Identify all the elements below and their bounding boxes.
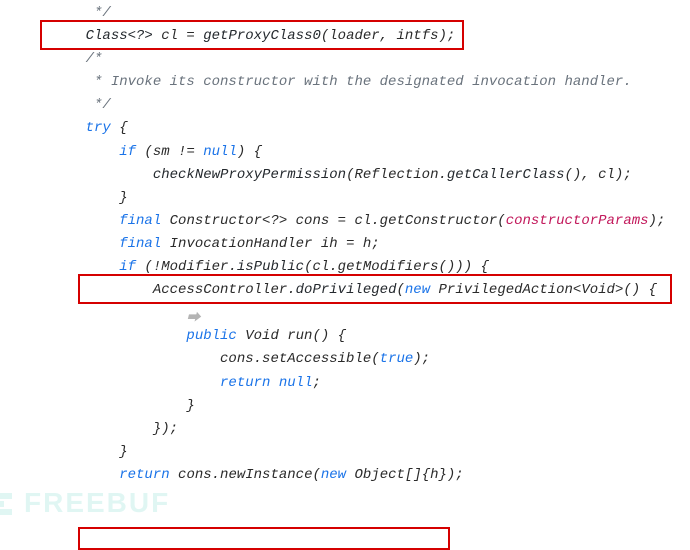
code-token: new (321, 467, 346, 483)
code-token: null (203, 144, 237, 160)
code-line: try { (0, 117, 690, 140)
code-line: if (!Modifier.isPublic(cl.getModifiers()… (0, 256, 690, 279)
highlight-box-return (78, 527, 450, 550)
code-token: ); (649, 213, 666, 229)
code-token: doPrivileged (296, 282, 397, 298)
code-token: */ (86, 97, 111, 113)
code-token: getCallerClass (447, 167, 565, 183)
code-token: { (111, 120, 128, 136)
code-token: ; (312, 375, 320, 391)
code-line: } (0, 187, 690, 210)
code-token: constructorParams (506, 213, 649, 229)
code-line: * Invoke its constructor with the design… (0, 71, 690, 94)
code-line: return null; (0, 372, 690, 395)
code-token: cons.newInstance( (170, 467, 321, 483)
code-line: Class<?> cl = getProxyClass0(loader, int… (0, 25, 690, 48)
code-token: null (279, 375, 313, 391)
code-line: public Void run() { (0, 325, 690, 348)
code-token: AccessController. (153, 282, 296, 298)
code-token: ); (413, 351, 430, 367)
code-token: Class<?> (86, 28, 153, 44)
code-token: public (186, 328, 236, 344)
code-line: /* (0, 48, 690, 71)
code-token: (sm != (136, 144, 203, 160)
code-token: (cl.getModifiers())) { (304, 259, 489, 275)
code-token: cons.setAccessible( (220, 351, 380, 367)
code-token (270, 375, 278, 391)
code-line: ⮕ (0, 302, 690, 325)
code-token: true (380, 351, 414, 367)
code-token: * Invoke its constructor with the design… (86, 74, 632, 90)
code-token: if (119, 259, 136, 275)
code-line: */ (0, 2, 690, 25)
code-token: } (119, 444, 127, 460)
code-token: if (119, 144, 136, 160)
watermark-text: FREEBUF (24, 487, 170, 518)
code-token: } (186, 398, 194, 414)
code-token: ) { (237, 144, 262, 160)
code-token: checkNewProxyPermission (153, 167, 346, 183)
code-line: checkNewProxyPermission(Reflection.getCa… (0, 164, 690, 187)
code-block: */ Class<?> cl = getProxyClass0(loader, … (0, 0, 690, 487)
code-line: }); (0, 418, 690, 441)
code-token: return (220, 375, 270, 391)
code-token: }); (153, 421, 178, 437)
code-token: } (119, 190, 127, 206)
code-token: (), cl); (565, 167, 632, 183)
gutter-hint-icon: ⮕ (186, 308, 200, 318)
code-token: cl = (153, 28, 203, 44)
code-token: PrivilegedAction<Void>() { (430, 282, 657, 298)
watermark-bars-icon (0, 493, 20, 515)
code-token: final (119, 236, 161, 252)
code-token: isPublic (237, 259, 304, 275)
code-line: cons.setAccessible(true); (0, 348, 690, 371)
code-token: new (405, 282, 430, 298)
watermark: FREEBUF (0, 480, 170, 526)
code-token: (!Modifier. (136, 259, 237, 275)
code-token: (Reflection. (346, 167, 447, 183)
code-line: AccessController.doPrivileged(new Privil… (0, 279, 690, 302)
code-line: final InvocationHandler ih = h; (0, 233, 690, 256)
code-line: } (0, 395, 690, 418)
code-line: final Constructor<?> cons = cl.getConstr… (0, 210, 690, 233)
code-line: */ (0, 94, 690, 117)
code-line: } (0, 441, 690, 464)
code-token: final (119, 213, 161, 229)
code-token: Constructor<?> cons = cl.getConstructor( (161, 213, 505, 229)
code-token: Void run() { (237, 328, 346, 344)
code-token: getProxyClass0 (203, 28, 321, 44)
code-line: if (sm != null) { (0, 141, 690, 164)
code-token: ( (396, 282, 404, 298)
code-token: Object[]{h}); (346, 467, 464, 483)
code-token: (loader, intfs); (321, 28, 455, 44)
code-token: InvocationHandler ih = h; (161, 236, 379, 252)
code-token: */ (86, 5, 111, 21)
code-token: /* (86, 51, 103, 67)
code-token: try (86, 120, 111, 136)
